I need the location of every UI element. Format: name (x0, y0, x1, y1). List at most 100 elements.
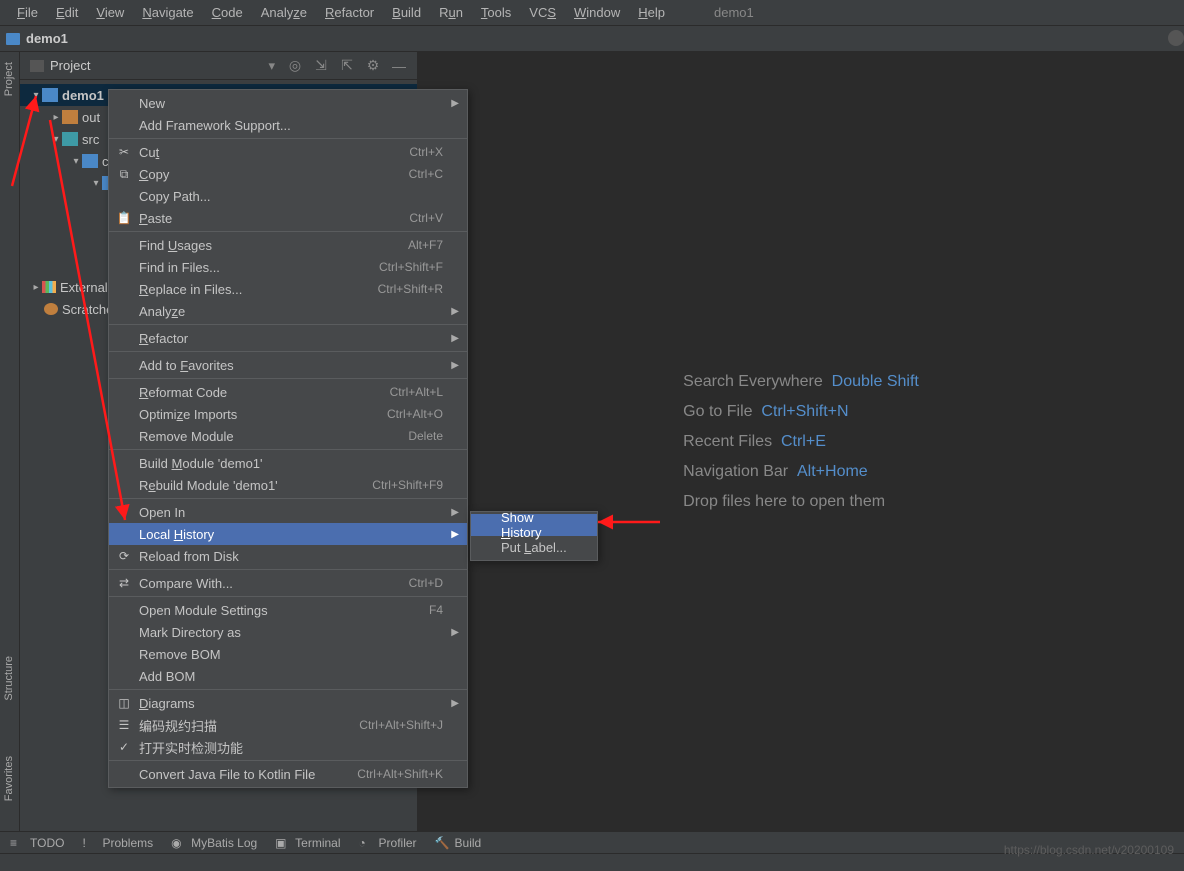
collapse-icon[interactable]: ⇱ (339, 58, 355, 74)
menu-item-[interactable]: ✓打开实时检测功能 (109, 736, 467, 758)
menu-item-label: Remove Module (139, 429, 408, 444)
chevron-right-icon[interactable]: ▸ (50, 112, 62, 123)
menu-item-shortcut: F4 (429, 603, 443, 617)
project-panel-title[interactable]: Project (50, 58, 268, 73)
menu-item-local-history[interactable]: Local History▶ (109, 523, 467, 545)
menu-build[interactable]: Build (383, 1, 430, 24)
menu-vcs[interactable]: VCS (520, 1, 565, 24)
menu-separator (109, 449, 467, 450)
menu-item-open-in[interactable]: Open In▶ (109, 501, 467, 523)
toolwindow-mybatis-log[interactable]: ◉MyBatis Log (171, 836, 257, 850)
menu-item-remove-module[interactable]: Remove ModuleDelete (109, 425, 467, 447)
menu-item-label: Refactor (139, 331, 443, 346)
titlebar-project-name: demo1 (714, 5, 754, 20)
menu-code[interactable]: Code (203, 1, 252, 24)
menu-item-label: Rebuild Module 'demo1' (139, 478, 372, 493)
menu-item-label: Add BOM (139, 669, 443, 684)
menu-item-put-label[interactable]: Put Label... (471, 536, 597, 558)
toolwindow-todo[interactable]: ≡TODO (10, 836, 64, 850)
menu-item-shortcut: Ctrl+Alt+Shift+K (357, 767, 443, 781)
chevron-down-icon[interactable]: ▾ (70, 156, 82, 167)
toolwindow-icon: ◉ (171, 836, 185, 850)
avatar[interactable] (1168, 30, 1184, 46)
menu-edit[interactable]: Edit (47, 1, 87, 24)
menu-item-label: Open Module Settings (139, 603, 429, 618)
menu-item-cut[interactable]: ✂CutCtrl+X (109, 141, 467, 163)
menu-item-reload-from-disk[interactable]: ⟳Reload from Disk (109, 545, 467, 567)
menu-item-label: Open In (139, 505, 443, 520)
chevron-down-icon[interactable]: ▾ (268, 58, 275, 74)
chevron-down-icon[interactable]: ▾ (50, 134, 62, 145)
menu-file[interactable]: File (8, 1, 47, 24)
menu-view[interactable]: View (87, 1, 133, 24)
menu-item-new[interactable]: New▶ (109, 92, 467, 114)
menu-run[interactable]: Run (430, 1, 472, 24)
menu-item-analyze[interactable]: Analyze▶ (109, 300, 467, 322)
submenu-arrow-icon: ▶ (451, 333, 459, 344)
menu-item-show-history[interactable]: Show History (471, 514, 597, 536)
menu-item-find-in-files[interactable]: Find in Files...Ctrl+Shift+F (109, 256, 467, 278)
hint-shortcut: Double Shift (832, 373, 919, 390)
menu-item-find-usages[interactable]: Find UsagesAlt+F7 (109, 234, 467, 256)
menu-analyze[interactable]: Analyze (252, 1, 316, 24)
chevron-down-icon[interactable]: ▾ (30, 90, 42, 101)
menu-item-label: Convert Java File to Kotlin File (139, 767, 357, 782)
menu-item-build-module-demo1[interactable]: Build Module 'demo1' (109, 452, 467, 474)
menu-item-label: Replace in Files... (139, 282, 378, 297)
menu-item-optimize-imports[interactable]: Optimize ImportsCtrl+Alt+O (109, 403, 467, 425)
menu-item-shortcut: Ctrl+Shift+R (378, 282, 443, 296)
menu-item-add-to-favorites[interactable]: Add to Favorites▶ (109, 354, 467, 376)
menu-refactor[interactable]: Refactor (316, 1, 383, 24)
menu-item-label: Local History (139, 527, 443, 542)
menu-help[interactable]: Help (629, 1, 674, 24)
menu-separator (109, 378, 467, 379)
menu-item-[interactable]: ☰编码规约扫描Ctrl+Alt+Shift+J (109, 714, 467, 736)
submenu-arrow-icon: ▶ (451, 98, 459, 109)
menu-item-add-framework-support[interactable]: Add Framework Support... (109, 114, 467, 136)
menu-item-copy[interactable]: ⧉CopyCtrl+C (109, 163, 467, 185)
toolwindow-terminal[interactable]: ▣Terminal (275, 836, 340, 850)
chevron-right-icon[interactable]: ▸ (30, 282, 42, 293)
menu-item-add-bom[interactable]: Add BOM (109, 665, 467, 687)
scratches-icon (44, 303, 58, 315)
toolwindow-label: Terminal (295, 836, 340, 850)
menu-item-paste[interactable]: 📋PasteCtrl+V (109, 207, 467, 229)
menu-item-mark-directory-as[interactable]: Mark Directory as▶ (109, 621, 467, 643)
menu-item-icon: ⧉ (117, 167, 131, 181)
gutter-favorites[interactable]: Favorites (3, 756, 15, 801)
locate-icon[interactable]: ◎ (287, 58, 303, 74)
menu-separator (109, 689, 467, 690)
gutter-project[interactable]: Project (3, 62, 15, 96)
menu-item-icon: ⟳ (117, 549, 131, 563)
menu-item-copy-path[interactable]: Copy Path... (109, 185, 467, 207)
tree-label: src (82, 132, 99, 147)
menu-item-open-module-settings[interactable]: Open Module SettingsF4 (109, 599, 467, 621)
gutter-structure[interactable]: Structure (3, 656, 15, 701)
menu-item-compare-with[interactable]: ⇄Compare With...Ctrl+D (109, 572, 467, 594)
source-folder-icon (62, 132, 78, 146)
toolwindow-profiler[interactable]: ◔Profiler (359, 836, 417, 850)
menu-item-label: Find Usages (139, 238, 408, 253)
breadcrumb-project[interactable]: demo1 (26, 31, 68, 46)
hide-icon[interactable]: — (391, 58, 407, 74)
menu-item-reformat-code[interactable]: Reformat CodeCtrl+Alt+L (109, 381, 467, 403)
settings-icon[interactable]: ⚙ (365, 58, 381, 74)
toolwindow-problems[interactable]: !Problems (82, 836, 153, 850)
menu-item-rebuild-module-demo1[interactable]: Rebuild Module 'demo1'Ctrl+Shift+F9 (109, 474, 467, 496)
menu-navigate[interactable]: Navigate (133, 1, 202, 24)
watermark: https://blog.csdn.net/v20200109 (1004, 843, 1174, 857)
menu-item-replace-in-files[interactable]: Replace in Files...Ctrl+Shift+R (109, 278, 467, 300)
menu-item-diagrams[interactable]: ◫Diagrams▶ (109, 692, 467, 714)
menu-window[interactable]: Window (565, 1, 629, 24)
menu-tools[interactable]: Tools (472, 1, 520, 24)
chevron-down-icon[interactable]: ▾ (90, 178, 102, 189)
menu-item-label: Add to Favorites (139, 358, 443, 373)
menu-item-remove-bom[interactable]: Remove BOM (109, 643, 467, 665)
toolwindow-build[interactable]: 🔨Build (435, 836, 482, 850)
context-menu: New▶Add Framework Support...✂CutCtrl+X⧉C… (108, 89, 468, 788)
menu-separator (109, 596, 467, 597)
menu-item-refactor[interactable]: Refactor ▶ (109, 327, 467, 349)
menu-item-convert-java-file-to-kotlin-file[interactable]: Convert Java File to Kotlin FileCtrl+Alt… (109, 763, 467, 785)
menu-item-label: Diagrams (139, 696, 443, 711)
expand-icon[interactable]: ⇲ (313, 58, 329, 74)
